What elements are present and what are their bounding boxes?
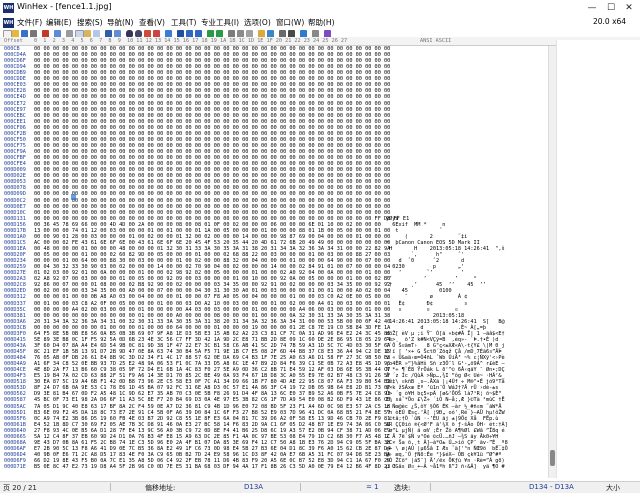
value-readout: = 1: [366, 483, 379, 491]
document-icon[interactable]: WH: [3, 18, 14, 28]
row-offset: 000D71E: [4, 464, 26, 471]
minimize-button[interactable]: —: [585, 2, 599, 14]
hex-column-header: 0: [34, 38, 38, 44]
hex-column-header: 1F: [266, 38, 273, 44]
hex-column-header: 21: [285, 38, 292, 44]
hex-column-header: 11: [136, 38, 143, 44]
hex-column-header: 2: [52, 38, 56, 44]
info-panel: [556, 40, 640, 478]
ansi-header: ANSI ASCII: [420, 38, 452, 44]
menu-bar: WH 文件(F) 编辑(E) 搜索(S) 导航(N) 查看(V) 工具(T) 专…: [0, 16, 640, 29]
hex-column-header: 4: [71, 38, 75, 44]
hex-column-header: 26: [331, 38, 338, 44]
menu-search[interactable]: 搜索(S): [77, 17, 103, 28]
menu-tools[interactable]: 工具(T): [171, 17, 196, 28]
menu-navigate[interactable]: 导航(N): [107, 17, 133, 28]
hex-row[interactable]: 000D71E B5 0E 8C 47 E2 73 19 D8 A4 5F 2B …: [0, 464, 548, 470]
hex-column-header: 5: [80, 38, 84, 44]
hex-column-header: 8: [108, 38, 112, 44]
hex-column-header: 22: [294, 38, 301, 44]
hex-column-header: 1: [43, 38, 47, 44]
menu-options[interactable]: 选项(O): [244, 17, 271, 28]
hex-column-header: 6: [89, 38, 93, 44]
hex-column-header: 1E: [257, 38, 264, 44]
hex-column-header: 13: [154, 38, 162, 44]
selection-range: D134 - D13A: [529, 483, 574, 491]
menu-edit[interactable]: 编辑(E): [46, 17, 72, 28]
hex-column-header: 1D: [247, 38, 255, 44]
hex-column-header: 1B: [229, 38, 236, 44]
hex-column-header: 24: [313, 38, 320, 44]
hex-column-header: 14: [164, 38, 171, 44]
row-hex-bytes[interactable]: B5 0E 8C 47 E2 73 19 D8 A4 5F 2B 96 C0 0…: [34, 464, 390, 470]
hex-column-header: 10: [127, 38, 134, 44]
maximize-button[interactable]: ☐: [604, 2, 618, 14]
window-title: WinHex - [fence1.1.jpg]: [17, 2, 112, 11]
hex-column-header: 17: [192, 38, 199, 44]
offset-header: Offset: [4, 38, 23, 44]
close-button[interactable]: ✕: [622, 2, 636, 14]
menu-specialist-tools[interactable]: 专业工具(I): [201, 17, 239, 28]
hex-column-header: 1C: [238, 38, 245, 44]
hex-column-header: 18: [201, 38, 208, 44]
offset-value: D13A: [244, 483, 264, 491]
column-header: Offset 0 1 2 3 4 5 6 7 8 9 10 11 12 13 14 15 16 17 18 19 1A 1…: [0, 37, 640, 46]
scrollbar-thumb[interactable]: [550, 450, 555, 466]
menu-view[interactable]: 查看(V): [139, 17, 165, 28]
status-bar: 页 20 / 21 偏移地址: D13A = 1 选块: D134 - D13A…: [0, 481, 640, 493]
hex-editor-area[interactable]: 000CB 00 00 00 00 00 00 00 00 00 00 00 00…: [0, 46, 548, 478]
hex-column-header: 9: [117, 38, 121, 44]
hex-column-header: 20: [275, 38, 283, 44]
hex-column-header: 12: [145, 38, 152, 44]
hex-column-header: 23: [303, 38, 310, 44]
hex-column-header: 7: [99, 38, 103, 44]
menu-window[interactable]: 窗口(W): [276, 17, 304, 28]
title-bar: WH WinHex - [fence1.1.jpg] — ☐ ✕: [0, 0, 640, 16]
hex-column-header: 1A: [220, 38, 227, 44]
menu-file[interactable]: 文件(F): [17, 17, 42, 28]
hex-column-header: 25: [322, 38, 329, 44]
status-separator: [430, 483, 431, 491]
hex-cursor: [71, 194, 76, 200]
winhex-logo-icon: WH: [3, 3, 14, 13]
vertical-scrollbar[interactable]: [548, 46, 556, 478]
hex-column-header: 16: [182, 38, 190, 44]
zoom-indicator: 20.0 x64: [593, 17, 627, 26]
row-ascii[interactable]: µ ŒGâs Ø¤_+–À ~å1ºh ß”J ñ‹&Ã] yä ¶O #: [386, 464, 505, 470]
hex-column-header: 3: [61, 38, 66, 44]
menu-help[interactable]: 帮助(H): [308, 17, 335, 28]
status-separator: [110, 483, 111, 491]
hex-column-header: 27: [340, 38, 348, 44]
hex-column-header: 19: [210, 38, 217, 44]
status-separator: [300, 483, 301, 491]
hex-column-header: 15: [173, 38, 180, 44]
